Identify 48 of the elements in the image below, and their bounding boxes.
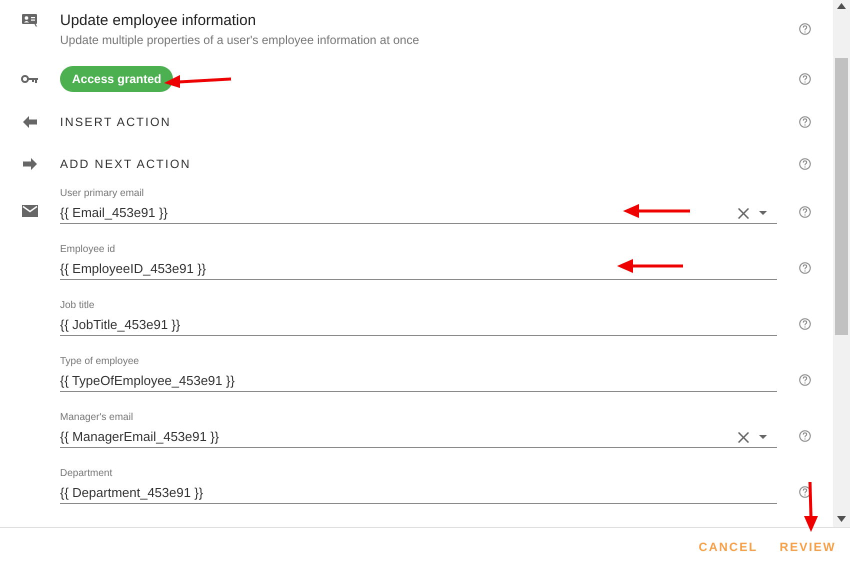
- arrow-left-icon: [23, 116, 37, 128]
- key-icon: [21, 74, 39, 84]
- field-label: Type of employee: [60, 355, 140, 369]
- scroll-down-icon[interactable]: [837, 516, 846, 522]
- field-value: {{ ManagerEmail_453e91 }}: [60, 428, 220, 446]
- help-icon[interactable]: [799, 158, 811, 170]
- field-value: {{ Department_453e91 }}: [60, 484, 204, 502]
- field-label: Employee id: [60, 243, 116, 257]
- field-label: Job title: [60, 299, 96, 313]
- help-icon[interactable]: [799, 318, 811, 330]
- input-field[interactable]: {{ JobTitle_453e91 }}: [60, 315, 777, 336]
- help-icon[interactable]: [799, 262, 811, 274]
- help-icon[interactable]: [799, 73, 811, 85]
- help-icon[interactable]: [799, 430, 811, 442]
- annotation-arrow: [164, 74, 232, 88]
- input-field[interactable]: {{ ManagerEmail_453e91 }}: [60, 427, 777, 448]
- field-value: {{ JobTitle_453e91 }}: [60, 316, 180, 334]
- action-title: Update employee information: [60, 12, 257, 30]
- dropdown-caret-icon[interactable]: [759, 435, 767, 439]
- action-description: Update multiple properties of a user's employee information at once: [60, 32, 420, 48]
- help-icon[interactable]: [799, 116, 811, 128]
- help-icon[interactable]: [799, 23, 811, 35]
- action-button[interactable]: INSERT ACTION: [60, 113, 172, 131]
- arrow-right-icon: [23, 158, 37, 170]
- annotation-arrow: [617, 259, 684, 273]
- dropdown-caret-icon[interactable]: [759, 211, 767, 215]
- help-icon[interactable]: [799, 374, 811, 386]
- field-value: {{ Email_453e91 }}: [60, 204, 168, 222]
- contact-card-icon: [22, 14, 38, 26]
- scrollbar-thumb[interactable]: [835, 58, 848, 335]
- field-value: {{ TypeOfEmployee_453e91 }}: [60, 372, 235, 390]
- help-icon[interactable]: [799, 486, 811, 498]
- access-badge: Access granted: [60, 66, 174, 92]
- action-button[interactable]: ADD NEXT ACTION: [60, 155, 191, 173]
- field-label: User primary email: [60, 187, 145, 201]
- envelope-icon: [22, 205, 38, 217]
- scrollbar[interactable]: [833, 0, 850, 527]
- input-field[interactable]: {{ Department_453e91 }}: [60, 483, 777, 504]
- input-field[interactable]: {{ TypeOfEmployee_453e91 }}: [60, 371, 777, 392]
- field-label: Manager's email: [60, 411, 134, 425]
- field-value: {{ EmployeeID_453e91 }}: [60, 260, 206, 278]
- help-icon[interactable]: [799, 206, 811, 218]
- clear-icon[interactable]: [738, 432, 749, 442]
- field-label: Department: [60, 467, 114, 481]
- clear-icon[interactable]: [738, 208, 749, 218]
- annotation-arrow: [623, 204, 691, 218]
- scroll-up-icon[interactable]: [837, 3, 846, 9]
- annotation-arrow: [803, 482, 819, 532]
